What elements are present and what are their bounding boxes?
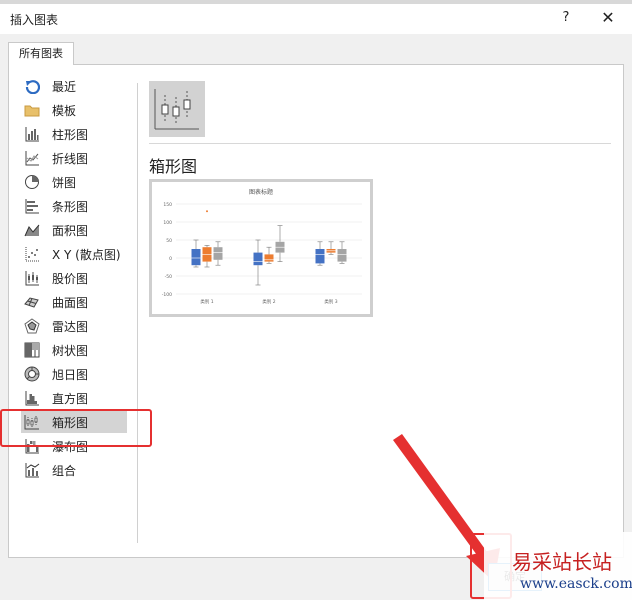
annotation-arrow [393, 434, 500, 582]
watermark: 易采站长站 www.easck.com [484, 532, 632, 600]
tab-all-charts[interactable]: 所有图表 [8, 42, 74, 65]
watermark-title: 易采站长站 [512, 550, 612, 574]
watermark-url: www.easck.com [520, 576, 632, 592]
